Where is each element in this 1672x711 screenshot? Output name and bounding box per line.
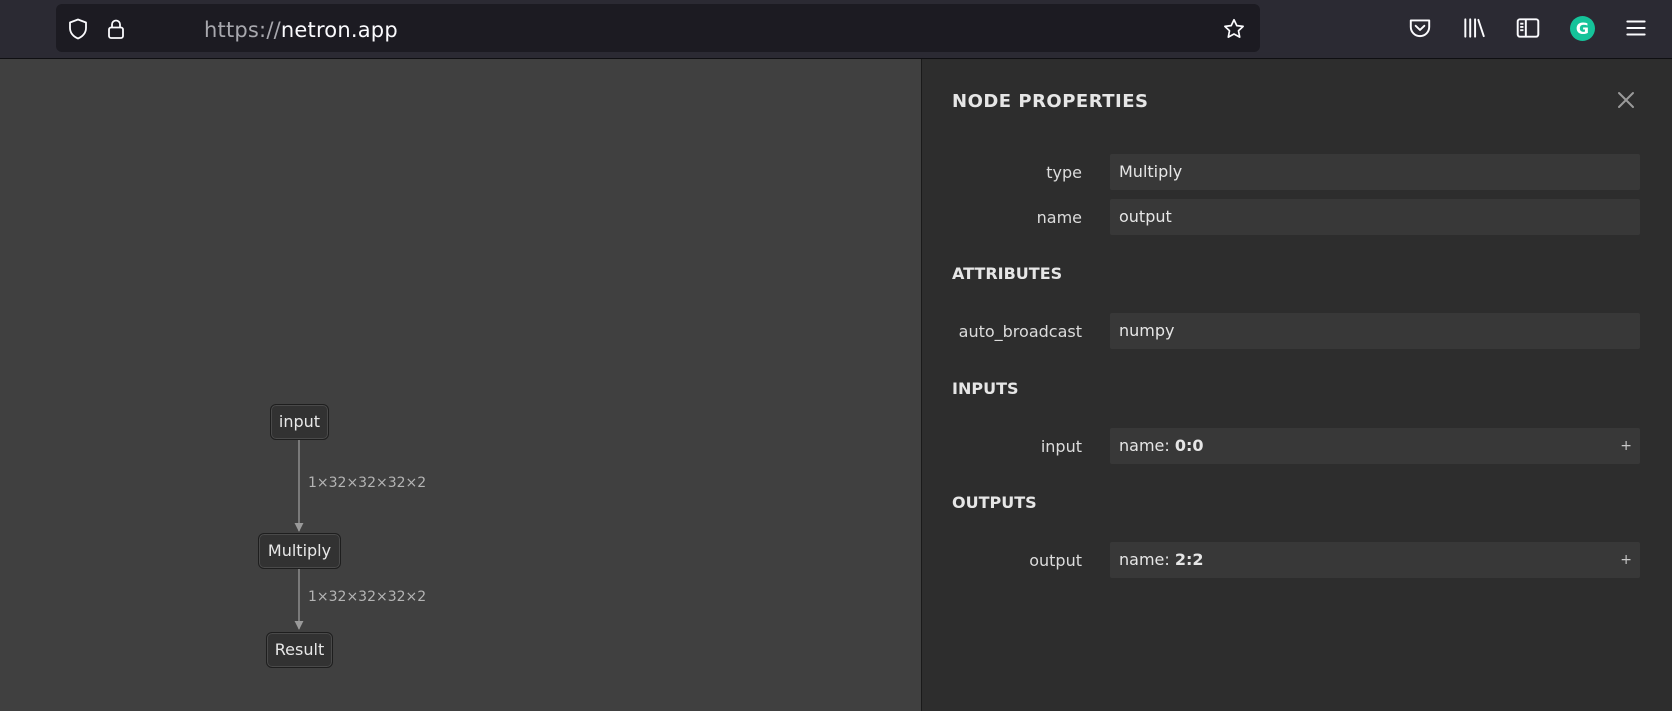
node-label: Multiply bbox=[267, 541, 332, 560]
attributes-section-title: ATTRIBUTES bbox=[952, 264, 1063, 283]
type-value-text: Multiply bbox=[1119, 162, 1183, 181]
type-label: type bbox=[1046, 163, 1082, 182]
pocket-icon[interactable] bbox=[1407, 15, 1433, 41]
node-properties-panel: NODE PROPERTIES type Multiply name outpu… bbox=[922, 59, 1672, 711]
inputs-section-title: INPUTS bbox=[952, 379, 1019, 398]
shield-icon[interactable] bbox=[66, 17, 90, 41]
node-label: Result bbox=[274, 640, 325, 659]
edge-label-multiply-result: 1×32×32×32×2 bbox=[308, 589, 427, 605]
name-value-text: output bbox=[1119, 207, 1172, 226]
url-host: netron.app bbox=[280, 18, 398, 42]
output-name-prefix: name: bbox=[1119, 550, 1175, 569]
graph-edges bbox=[294, 435, 304, 630]
node-label: input bbox=[278, 412, 321, 431]
edge-label-input-multiply: 1×32×32×32×2 bbox=[308, 475, 427, 491]
graph-node-result[interactable]: Result bbox=[266, 632, 333, 668]
input-label: input bbox=[1040, 437, 1082, 456]
auto-broadcast-value-text: numpy bbox=[1119, 321, 1175, 340]
input-value[interactable]: name: 0:0 + bbox=[1110, 428, 1640, 464]
panel-title: NODE PROPERTIES bbox=[952, 91, 1149, 112]
bookmark-star-icon[interactable] bbox=[1222, 17, 1246, 41]
auto-broadcast-value[interactable]: numpy bbox=[1110, 313, 1640, 349]
graph-node-multiply[interactable]: Multiply bbox=[258, 533, 341, 569]
outputs-section-title: OUTPUTS bbox=[952, 493, 1037, 512]
grammarly-letter: G bbox=[1575, 19, 1590, 38]
lock-icon[interactable] bbox=[104, 17, 128, 41]
grammarly-extension-icon[interactable]: G bbox=[1570, 16, 1595, 41]
graph-node-input[interactable]: input bbox=[270, 404, 329, 440]
sidebar-icon[interactable] bbox=[1515, 15, 1541, 41]
address-bar[interactable]: https://netron.app bbox=[56, 4, 1260, 52]
url-text[interactable]: https://netron.app bbox=[204, 18, 398, 42]
type-value[interactable]: Multiply bbox=[1110, 154, 1640, 190]
name-value[interactable]: output bbox=[1110, 199, 1640, 235]
output-value[interactable]: name: 2:2 + bbox=[1110, 542, 1640, 578]
name-label: name bbox=[1036, 208, 1082, 227]
output-label: output bbox=[1029, 551, 1082, 570]
graph-canvas[interactable]: input 1×32×32×32×2 Multiply 1×32×32×32×2… bbox=[0, 59, 921, 711]
close-icon[interactable] bbox=[1615, 89, 1637, 111]
url-scheme: https:// bbox=[204, 18, 281, 42]
library-icon[interactable] bbox=[1461, 15, 1487, 41]
menu-icon[interactable] bbox=[1623, 15, 1649, 41]
auto-broadcast-label: auto_broadcast bbox=[958, 322, 1082, 341]
output-expand-button[interactable]: + bbox=[1620, 542, 1632, 578]
input-name-prefix: name: bbox=[1119, 436, 1175, 455]
input-expand-button[interactable]: + bbox=[1620, 428, 1632, 464]
output-name-value: 2:2 bbox=[1174, 550, 1204, 569]
browser-toolbar: https://netron.app G bbox=[0, 0, 1672, 59]
input-name-value: 0:0 bbox=[1174, 436, 1204, 455]
